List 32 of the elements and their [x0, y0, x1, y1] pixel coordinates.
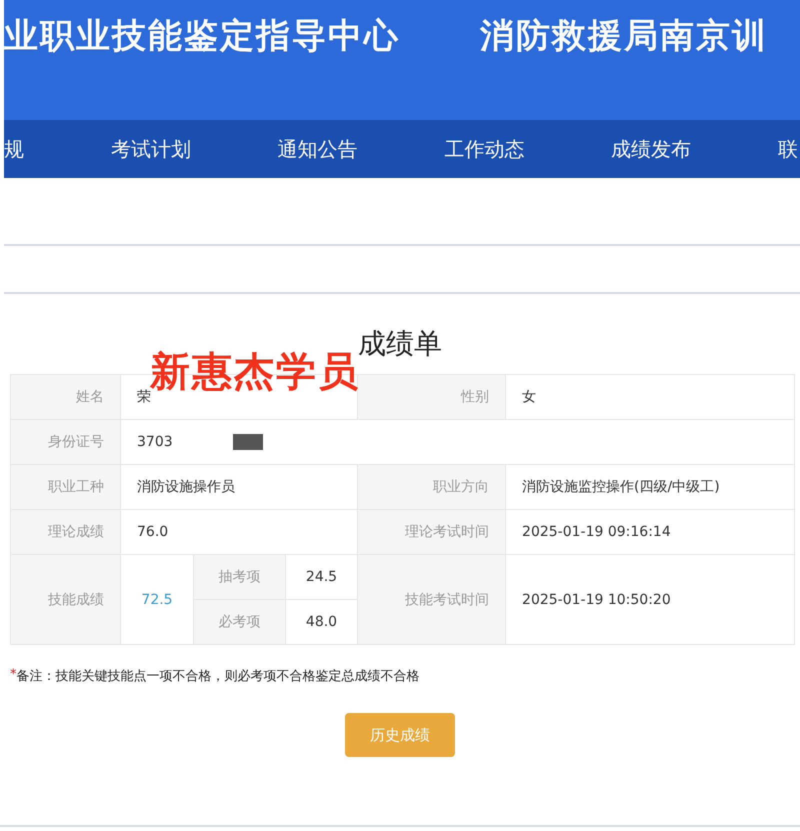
nav-link[interactable]: 成绩发布 [611, 136, 692, 162]
field-label: 技能考试时间 [358, 554, 506, 644]
field-value: 76.0 [120, 510, 358, 554]
field-value: 女 [506, 374, 794, 420]
field-label: 姓名 [10, 374, 120, 420]
field-value: 3703 [137, 434, 173, 450]
nav-link[interactable]: 联 [778, 136, 798, 162]
field-value: 消防设施操作员 [120, 464, 358, 510]
field-label: 必考项 [194, 600, 286, 644]
nav-link[interactable]: 通知公告 [278, 136, 358, 162]
redaction-mark [232, 434, 263, 450]
sheet-title: 成绩单 [358, 326, 443, 362]
site-title: 消防救援局南京训 [480, 16, 768, 56]
field-label: 身份证号 [10, 420, 120, 464]
required-mark: * [10, 667, 16, 684]
note-text: 备注：技能关键技能点一项不合格，则必考项不合格鉴定总成绩不合格 [16, 668, 420, 685]
field-value: 48.0 [286, 600, 358, 644]
field-value: 24.5 [286, 554, 358, 600]
nav-link[interactable]: 工作动态 [444, 136, 524, 162]
field-label: 职业工种 [10, 464, 120, 510]
field-label: 性别 [358, 374, 506, 420]
nav-link[interactable]: 规 [4, 136, 24, 162]
field-label: 理论考试时间 [358, 510, 506, 554]
field-label: 职业方向 [358, 464, 506, 510]
nav-link[interactable]: 考试计划 [110, 136, 191, 162]
field-value: 消防设施监控操作(四级/中级工) [506, 464, 794, 510]
field-label: 技能成绩 [10, 554, 120, 644]
field-label: 理论成绩 [10, 510, 120, 554]
skill-score: 72.5 [120, 554, 194, 644]
field-label: 抽考项 [194, 554, 286, 600]
field-value: 2025-01-19 10:50:20 [506, 554, 794, 644]
field-value: 2025-01-19 09:16:14 [506, 510, 794, 554]
